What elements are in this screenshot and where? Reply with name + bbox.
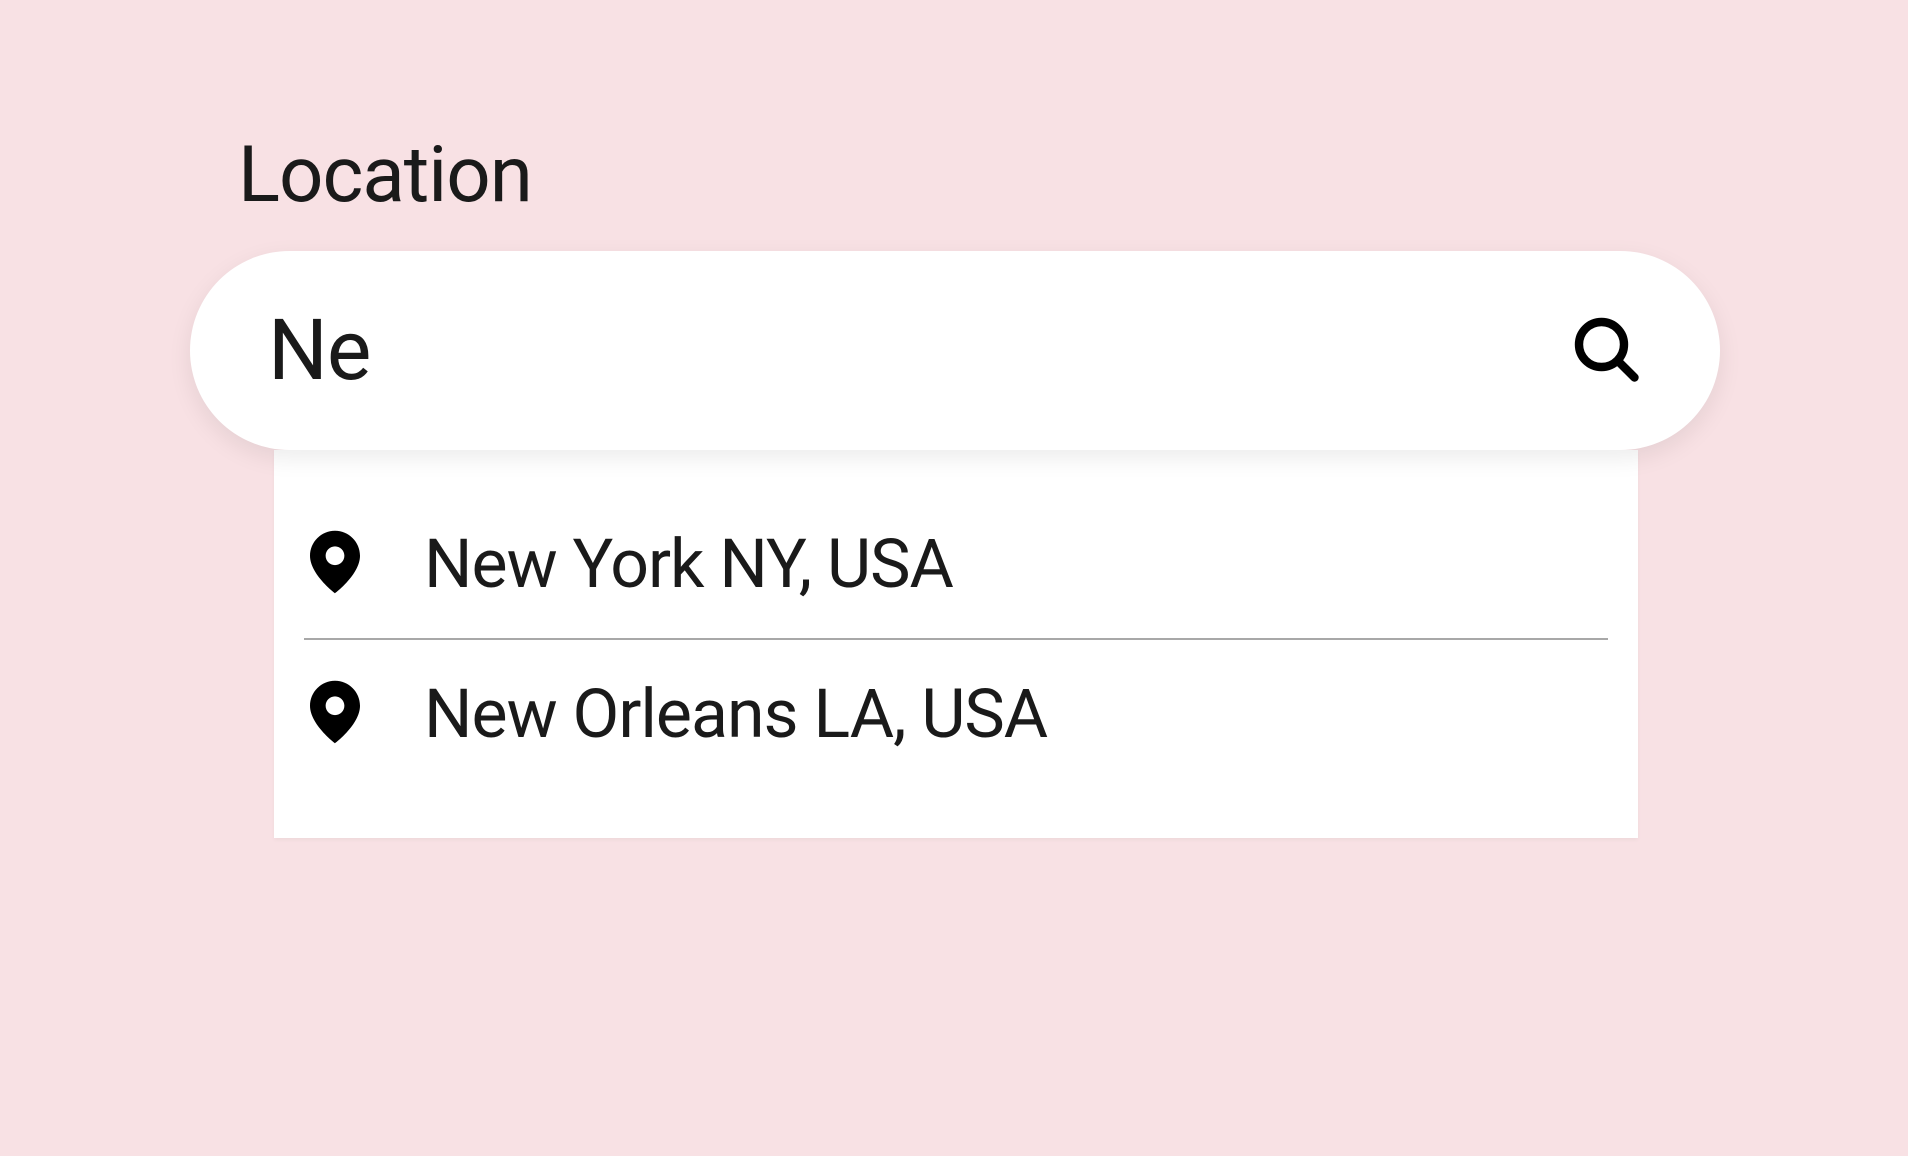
location-input[interactable] <box>268 301 1570 400</box>
suggestions-dropdown: New York NY, USA New Orleans LA, USA <box>274 450 1638 838</box>
location-pin-icon <box>304 680 424 748</box>
suggestion-label: New York NY, USA <box>424 524 953 604</box>
location-label: Location <box>238 130 1718 221</box>
suggestion-item[interactable]: New York NY, USA <box>304 490 1608 640</box>
suggestion-label: New Orleans LA, USA <box>424 674 1047 754</box>
location-pin-icon <box>304 530 424 598</box>
suggestion-item[interactable]: New Orleans LA, USA <box>304 640 1608 788</box>
search-icon[interactable] <box>1570 313 1642 389</box>
search-container: New York NY, USA New Orleans LA, USA <box>190 251 1720 838</box>
search-box[interactable] <box>190 251 1720 450</box>
